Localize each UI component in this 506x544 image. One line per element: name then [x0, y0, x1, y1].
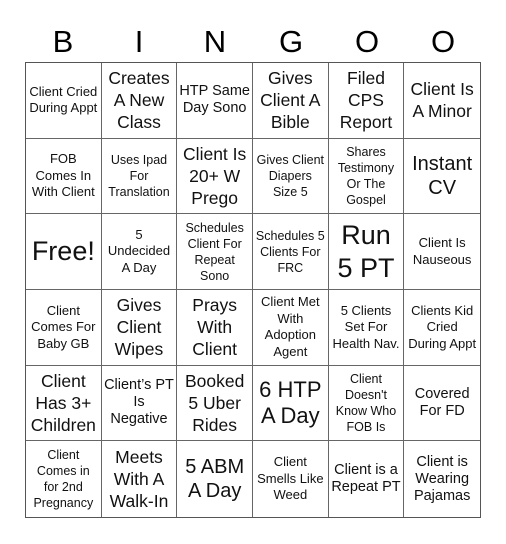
bingo-cell[interactable]: Filed CPS Report [328, 63, 405, 139]
header-letter: I [134, 24, 144, 59]
bingo-cell[interactable]: Client Cried During Appt [26, 63, 102, 139]
bingo-cell[interactable]: 6 HTP A Day [252, 365, 329, 442]
bingo-cell[interactable]: Uses Ipad For Translation [101, 138, 178, 215]
header-letter: N [203, 24, 227, 59]
bingo-cell[interactable]: Client Has 3+ Children [26, 365, 102, 442]
bingo-cell[interactable]: Client Comes For Baby GB [26, 289, 102, 366]
bingo-cell[interactable]: Covered For FD [404, 366, 480, 442]
bingo-cell[interactable]: Meets With A Walk-In [102, 441, 178, 517]
bingo-cell[interactable]: 5 Undecided A Day [101, 214, 178, 290]
bingo-grid: Client Cried During Appt Creates A New Cl… [25, 62, 481, 518]
header-letter: G [278, 24, 304, 59]
bingo-cell[interactable]: Shares Testimony Or The Gospel [328, 138, 405, 215]
bingo-cell[interactable]: Schedules 5 Clients For FRC [252, 214, 329, 290]
bingo-cell[interactable]: Client is Wearing Pajamas [404, 441, 480, 517]
bingo-cell[interactable]: Clients Kid Cried During Appt [404, 290, 480, 366]
bingo-cell[interactable]: Client Is 20+ W Prego [177, 138, 253, 215]
bingo-cell[interactable]: Client is a Repeat PT [329, 441, 405, 517]
bingo-cell[interactable]: FOB Comes In With Client [26, 138, 102, 215]
bingo-cell[interactable]: Client Smells Like Weed [253, 441, 329, 517]
header-letter: B [52, 24, 74, 59]
bingo-cell[interactable]: HTP Same Day Sono [177, 63, 253, 139]
bingo-cell[interactable]: Creates A New Class [101, 63, 178, 139]
bingo-cell[interactable]: Client Doesn't Know Who FOB Is [328, 365, 405, 442]
header-letter: O [354, 24, 380, 59]
bingo-cell[interactable]: Client Comes in for 2nd Pregnancy [26, 441, 102, 517]
bingo-cell[interactable]: Gives Client Wipes [101, 289, 178, 366]
bingo-cell[interactable]: Gives Client A Bible [252, 63, 329, 139]
bingo-cell[interactable]: Instant CV [404, 139, 480, 215]
bingo-cell[interactable]: Client Is A Minor [404, 63, 480, 139]
bingo-cell[interactable]: Schedules Client For Repeat Sono [177, 214, 253, 290]
bingo-cell[interactable]: Client Is Nauseous [404, 214, 480, 290]
bingo-cell[interactable]: Run 5 PT [328, 214, 405, 290]
bingo-cell[interactable]: Booked 5 Uber Rides [177, 365, 253, 442]
bingo-cell[interactable]: Gives Client Diapers Size 5 [252, 138, 329, 215]
bingo-cell[interactable]: Prays With Client [177, 289, 253, 366]
bingo-cell[interactable]: 5 ABM A Day [177, 441, 253, 517]
bingo-cell[interactable]: Client’s PT Is Negative [101, 365, 178, 442]
bingo-header: B I N G O O [25, 22, 481, 62]
bingo-cell[interactable]: Free! [26, 214, 102, 290]
bingo-cell[interactable]: 5 Clients Set For Health Nav. [328, 289, 405, 366]
header-letter: O [430, 24, 456, 59]
bingo-cell[interactable]: Client Met With Adoption Agent [252, 289, 329, 366]
